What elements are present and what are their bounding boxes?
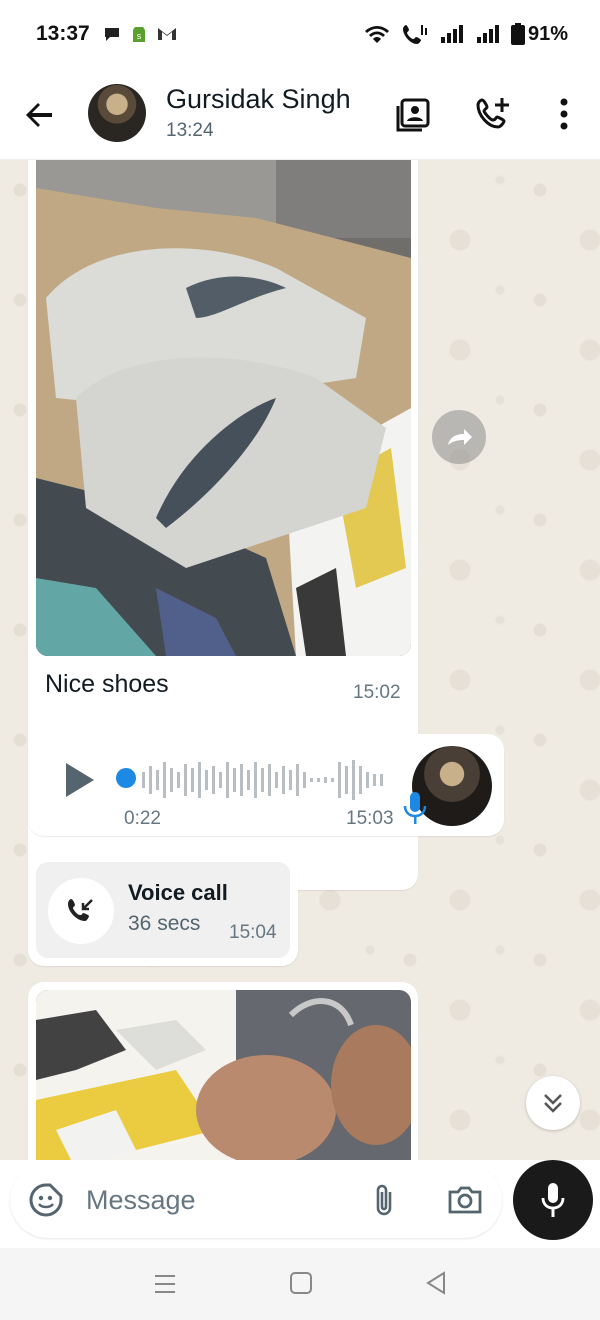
home-icon[interactable]	[288, 1270, 314, 1296]
chat-area[interactable]: Nice shoes 15:02 0:22 15:03 Voice call 3…	[0, 160, 600, 1160]
voice-record-button[interactable]	[513, 1160, 593, 1240]
battery-indicator: 91%	[510, 22, 568, 46]
call-icon-circle	[48, 878, 114, 944]
compose-bar	[10, 1162, 502, 1238]
wifi-call-icon	[402, 25, 427, 44]
notification-icons: s	[102, 24, 178, 44]
waveform[interactable]	[140, 758, 390, 802]
voice-call-message[interactable]: Voice call 36 secs 15:04	[28, 854, 298, 966]
battery-icon	[510, 23, 525, 45]
mic-icon	[541, 1183, 565, 1217]
chat-header: Gursidak Singh 13:24	[0, 70, 600, 160]
message-time: 15:04	[229, 922, 277, 943]
add-call-icon[interactable]	[474, 94, 514, 134]
gmail-icon	[158, 28, 176, 40]
navigation-bar	[0, 1248, 600, 1320]
playback-position-dot[interactable]	[116, 768, 136, 788]
attach-icon[interactable]	[370, 1182, 400, 1218]
double-chevron-down-icon	[544, 1094, 562, 1113]
voice-duration: 0:22	[124, 808, 161, 829]
shoes-photo[interactable]	[36, 160, 411, 656]
scroll-to-bottom-button[interactable]	[526, 1076, 580, 1130]
message-time: 15:02	[353, 682, 401, 703]
image-message[interactable]	[28, 982, 418, 1160]
call-title: Voice call	[128, 880, 228, 905]
voice-call-card[interactable]: Voice call 36 secs 15:04	[36, 862, 290, 958]
signal-icon	[476, 25, 499, 43]
status-right: 91%	[363, 22, 568, 46]
sticker-icon[interactable]	[28, 1182, 64, 1218]
status-bar: 13:37 s 91%	[0, 0, 600, 70]
forward-icon	[448, 429, 472, 445]
svg-text:s: s	[137, 31, 142, 41]
battery-percent: 91%	[527, 22, 568, 45]
contact-name[interactable]: Gursidak Singh	[166, 84, 351, 115]
signal-icon	[440, 25, 463, 43]
recents-icon[interactable]	[152, 1272, 178, 1296]
contact-card-icon[interactable]	[394, 94, 434, 134]
play-icon[interactable]	[62, 760, 96, 800]
mic-badge-icon	[403, 792, 427, 824]
incoming-call-icon	[68, 899, 93, 921]
last-seen: 13:24	[166, 120, 214, 141]
message-caption: Nice shoes	[45, 670, 169, 698]
message-input[interactable]	[86, 1180, 346, 1220]
chat-bubble-icon	[105, 28, 119, 41]
more-vertical-icon[interactable]	[544, 94, 584, 134]
voice-message[interactable]: 0:22 15:03	[28, 734, 504, 836]
back-nav-icon[interactable]	[424, 1270, 448, 1296]
forward-button[interactable]	[432, 410, 486, 464]
shopify-icon: s	[133, 27, 145, 42]
call-duration: 36 secs	[128, 912, 201, 935]
back-arrow-icon[interactable]	[22, 96, 58, 132]
camera-icon[interactable]	[446, 1182, 484, 1218]
status-time: 13:37	[36, 22, 90, 45]
shoes-photo-graphic	[36, 160, 411, 656]
contact-avatar[interactable]	[88, 84, 146, 142]
unboxing-photo-graphic	[36, 990, 411, 1160]
message-time: 15:03	[346, 808, 394, 829]
wifi-icon	[364, 26, 389, 43]
unboxing-photo[interactable]	[36, 990, 411, 1160]
